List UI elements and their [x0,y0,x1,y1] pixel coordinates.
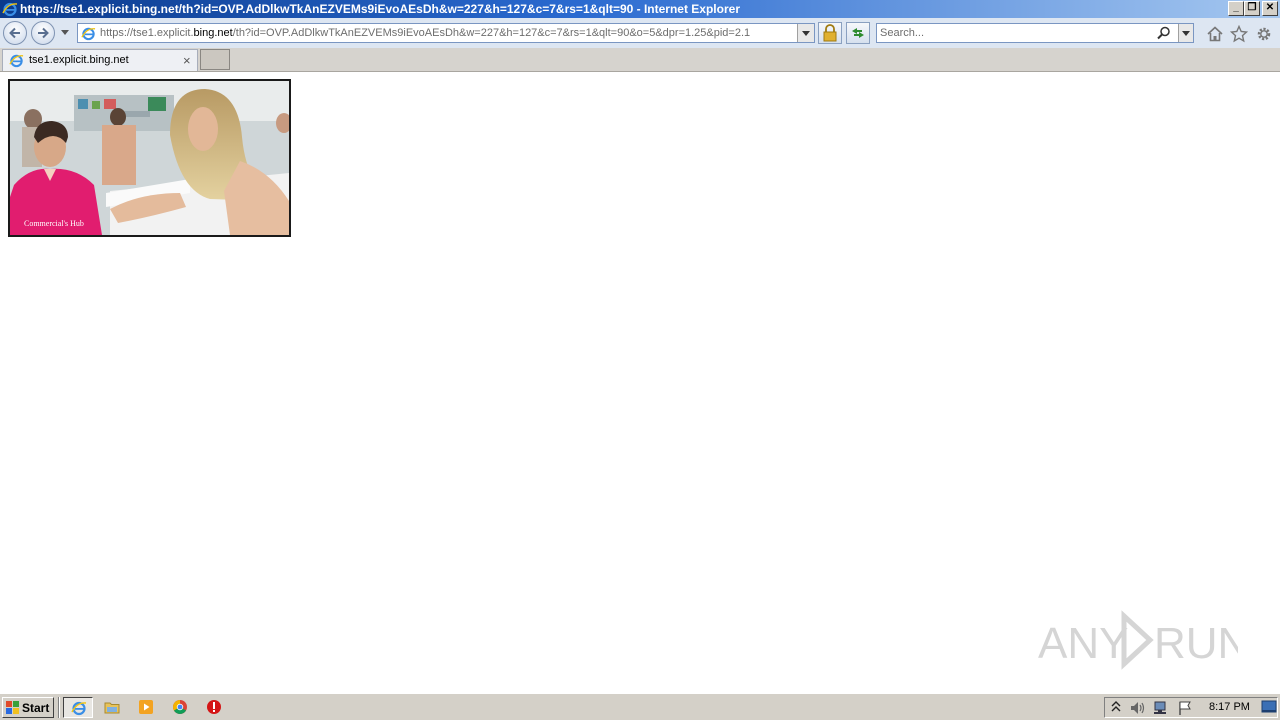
media-player-icon [139,700,153,714]
favorites-star-icon[interactable] [1230,25,1248,43]
refresh-icon [852,28,864,38]
search-icon[interactable] [1157,26,1171,40]
address-dropdown-button[interactable] [797,24,814,42]
taskbar-media-player[interactable] [131,697,161,718]
navigation-bar: https://tse1.explicit.bing.net/th?id=OVP… [0,18,1280,49]
address-url: https://tse1.explicit.bing.net/th?id=OVP… [100,27,750,39]
back-button[interactable] [3,21,27,45]
tab-active[interactable]: tse1.explicit.bing.net × [2,49,198,71]
thumbnail-image: Commercial's Hub [8,79,291,237]
windows-flag-icon [6,701,19,714]
taskbar-separator [58,697,60,718]
folder-icon [104,702,120,714]
ie-icon [81,27,96,41]
ie-icon [71,701,87,716]
close-window-button[interactable]: ✕ [1262,1,1278,16]
tab-close-icon[interactable]: × [183,53,191,68]
chrome-icon [173,700,187,714]
history-dropdown-icon[interactable] [61,30,69,35]
url-prefix: https://tse1.explicit. [100,27,194,39]
settings-gear-icon[interactable] [1255,25,1273,43]
lock-icon [823,24,837,42]
security-lock-button[interactable] [818,22,842,44]
forward-arrow-icon [38,27,49,39]
taskbar-security-app[interactable] [199,697,229,718]
taskbar: Start 8:17 PM [0,693,1280,720]
home-icon[interactable] [1206,25,1224,43]
restore-button[interactable]: ❐ [1244,1,1260,16]
taskbar-chrome[interactable] [165,697,195,718]
window-title: https://tse1.explicit.bing.net/th?id=OVP… [20,2,740,16]
anyrun-watermark: ANY RUN [1038,610,1238,670]
taskbar-explorer[interactable] [97,697,127,718]
image-caption: Commercial's Hub [24,219,84,228]
search-input[interactable] [880,26,1152,40]
start-button[interactable]: Start [2,697,54,718]
forward-button[interactable] [31,21,55,45]
photo-illustration: Commercial's Hub [10,81,289,235]
clock[interactable]: 8:17 PM [1209,701,1250,713]
watermark-text-right: RUN [1154,619,1238,668]
address-bar[interactable]: https://tse1.explicit.bing.net/th?id=OVP… [77,23,815,43]
taskbar-ie[interactable] [63,697,93,718]
ie-icon [9,54,24,68]
security-app-icon [207,700,221,714]
url-domain: bing.net [193,27,233,39]
search-dropdown-button[interactable] [1178,24,1193,42]
ie-icon [2,2,18,17]
new-tab-button[interactable] [200,49,230,70]
window-title-bar: https://tse1.explicit.bing.net/th?id=OVP… [0,0,1280,18]
show-desktop-icon[interactable] [1261,700,1277,714]
search-box[interactable] [876,23,1194,43]
volume-icon[interactable] [1129,700,1147,716]
tab-label: tse1.explicit.bing.net [29,54,129,66]
minimize-button[interactable]: _ [1228,1,1244,16]
tab-bar: tse1.explicit.bing.net × [0,48,1280,72]
action-center-flag-icon[interactable] [1177,700,1193,716]
network-icon[interactable] [1152,700,1170,716]
show-hidden-icons-icon[interactable] [1111,700,1121,714]
refresh-button[interactable] [846,22,870,44]
back-arrow-icon [9,27,20,39]
watermark-text-left: ANY [1038,619,1128,668]
system-tray: 8:17 PM [1104,697,1278,718]
url-path: /th?id=OVP.AdDlkwTkAnEZVEMs9iEvoAEsDh&w=… [232,27,751,39]
start-label: Start [22,701,50,715]
